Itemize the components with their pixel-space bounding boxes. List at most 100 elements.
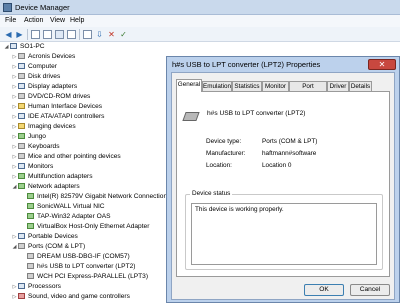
device-category-icon xyxy=(18,283,25,289)
dialog-title: h#s USB to LPT converter (LPT2) Properti… xyxy=(172,60,321,69)
close-icon: ✕ xyxy=(378,60,386,69)
properties-icon[interactable] xyxy=(43,30,52,39)
device-category-icon xyxy=(18,103,25,109)
dialog-title-bar: h#s USB to LPT converter (LPT2) Properti… xyxy=(167,57,399,71)
tree-category-mice[interactable]: ▷ Mice and other pointing devices xyxy=(11,152,121,162)
dialog-body: General Emulation Statistics Monitor Por… xyxy=(171,72,395,300)
tree-device-port[interactable]: DREAM USB-DBG-IF (COM57) xyxy=(27,252,130,262)
update-driver-icon[interactable]: ⇩ xyxy=(95,30,104,39)
device-category-icon xyxy=(18,173,25,179)
tree-category-ports[interactable]: ◢ Ports (COM & LPT) xyxy=(11,242,85,252)
device-status-text[interactable]: This device is working properly. xyxy=(191,203,377,265)
tab-monitor[interactable]: Monitor xyxy=(262,81,289,91)
tree-category-dvd[interactable]: ▷ DVD/CD-ROM drives xyxy=(11,92,90,102)
device-status-label: Device status xyxy=(190,190,233,197)
tree-category-ide[interactable]: ▷ IDE ATA/ATAPI controllers xyxy=(11,112,104,122)
menu-view[interactable]: View xyxy=(50,17,65,24)
toolbar: ◀ ▶ ⇩ ✕ ✓ xyxy=(0,27,400,42)
cancel-button[interactable]: Cancel xyxy=(350,284,390,296)
menu-file[interactable]: File xyxy=(5,17,16,24)
tree-category-portable[interactable]: ▷ Portable Devices xyxy=(11,232,78,242)
port-icon xyxy=(27,273,34,279)
device-type-value: Ports (COM & LPT) xyxy=(262,138,318,145)
tree-category-disk-drives[interactable]: ▷ Disk drives xyxy=(11,72,60,82)
tab-emulation[interactable]: Emulation xyxy=(202,81,232,91)
tree-device-network[interactable]: SonicWALL Virtual NIC xyxy=(27,202,105,212)
tree-category-processors[interactable]: ▷ Processors xyxy=(11,282,61,292)
tree-root[interactable]: ◢ SO1-PC xyxy=(3,42,45,52)
device-category-icon xyxy=(18,243,25,249)
tree-category-display-adapters[interactable]: ▷ Display adapters xyxy=(11,82,77,92)
device-category-icon xyxy=(18,153,25,159)
tree-category-computer[interactable]: ▷ Computer xyxy=(11,62,57,72)
device-category-icon xyxy=(18,93,25,99)
view-icon[interactable] xyxy=(67,30,76,39)
back-arrow-icon[interactable]: ◀ xyxy=(4,30,13,39)
show-hide-tree-icon[interactable] xyxy=(31,30,40,39)
toolbar-separator xyxy=(27,29,28,40)
tab-port-settings[interactable]: Port Settings xyxy=(289,81,327,99)
collapse-icon[interactable]: ◢ xyxy=(11,183,18,193)
device-category-icon xyxy=(18,83,25,89)
network-card-icon xyxy=(27,193,34,199)
tree-category-multifunction[interactable]: ▷ Multifunction adapters xyxy=(11,172,93,182)
tree-device-network[interactable]: VirtualBox Host-Only Ethernet Adapter xyxy=(27,222,149,232)
tree-device-port[interactable]: h#s USB to LPT converter (LPT2) xyxy=(27,262,135,272)
port-icon xyxy=(27,263,34,269)
scan-hardware-icon[interactable] xyxy=(83,30,92,39)
tree-device-network[interactable]: TAP-Win32 Adapter OAS xyxy=(27,212,111,222)
tab-driver[interactable]: Driver xyxy=(327,81,349,91)
help-icon[interactable] xyxy=(55,30,64,39)
tab-statistics[interactable]: Statistics xyxy=(232,81,262,91)
device-category-icon xyxy=(18,73,25,79)
menu-action[interactable]: Action xyxy=(24,17,43,24)
collapse-icon[interactable]: ◢ xyxy=(3,43,10,53)
tree-category-jungo[interactable]: ▷ Jungo xyxy=(11,132,46,142)
tree-category-sound[interactable]: ▷ Sound, video and game controllers xyxy=(11,292,130,302)
device-category-icon xyxy=(18,293,25,299)
tab-details[interactable]: Details xyxy=(349,81,372,91)
location-label: Location: xyxy=(206,162,232,169)
title-bar: Device Manager xyxy=(0,0,400,15)
manufacturer-label: Manufacturer: xyxy=(206,150,246,157)
device-manager-icon xyxy=(3,3,12,12)
enable-device-icon[interactable]: ✓ xyxy=(119,30,128,39)
tree-category-keyboards[interactable]: ▷ Keyboards xyxy=(11,142,60,152)
forward-arrow-icon[interactable]: ▶ xyxy=(15,30,24,39)
window-title: Device Manager xyxy=(15,3,70,12)
computer-icon xyxy=(10,43,17,49)
general-tab-panel: h#s USB to LPT converter (LPT2) Device t… xyxy=(176,91,390,277)
collapse-icon[interactable]: ◢ xyxy=(11,243,18,253)
tree-category-network-adapters[interactable]: ◢ Network adapters xyxy=(11,182,80,192)
tree-category-hid[interactable]: ▷ Human Interface Devices xyxy=(11,102,102,112)
device-category-icon xyxy=(18,143,25,149)
menu-bar: File Action View Help xyxy=(0,15,400,27)
tree-category-monitors[interactable]: ▷ Monitors xyxy=(11,162,53,172)
port-device-icon xyxy=(182,112,200,121)
tree-category-acronis[interactable]: ▷ Acronis Devices xyxy=(11,52,75,62)
device-category-icon xyxy=(18,183,25,189)
tree-category-imaging[interactable]: ▷ Imaging devices xyxy=(11,122,76,132)
ok-button[interactable]: OK xyxy=(304,284,344,296)
menu-help[interactable]: Help xyxy=(70,17,84,24)
location-value: Location 0 xyxy=(262,162,292,169)
network-card-icon xyxy=(27,223,34,229)
uninstall-icon[interactable]: ✕ xyxy=(107,30,116,39)
tree-device-network[interactable]: Intel(R) 82579V Gigabit Network Connecti… xyxy=(27,192,167,202)
close-button[interactable]: ✕ xyxy=(368,59,396,70)
properties-dialog: h#s USB to LPT converter (LPT2) Properti… xyxy=(166,56,400,303)
expand-icon[interactable]: ▷ xyxy=(11,293,18,303)
device-category-icon xyxy=(18,233,25,239)
device-category-icon xyxy=(18,163,25,169)
tab-general[interactable]: General xyxy=(176,79,202,92)
network-card-icon xyxy=(27,213,34,219)
device-type-label: Device type: xyxy=(206,138,242,145)
device-category-icon xyxy=(18,133,25,139)
device-category-icon xyxy=(18,123,25,129)
device-status-group: Device status This device is working pro… xyxy=(185,190,383,270)
manufacturer-value: haftmann#software xyxy=(262,150,317,157)
toolbar-separator xyxy=(79,29,80,40)
tree-device-port[interactable]: WCH PCI Express-PARALLEL (LPT3) xyxy=(27,272,148,282)
device-name: h#s USB to LPT converter (LPT2) xyxy=(207,110,306,117)
device-category-icon xyxy=(18,53,25,59)
